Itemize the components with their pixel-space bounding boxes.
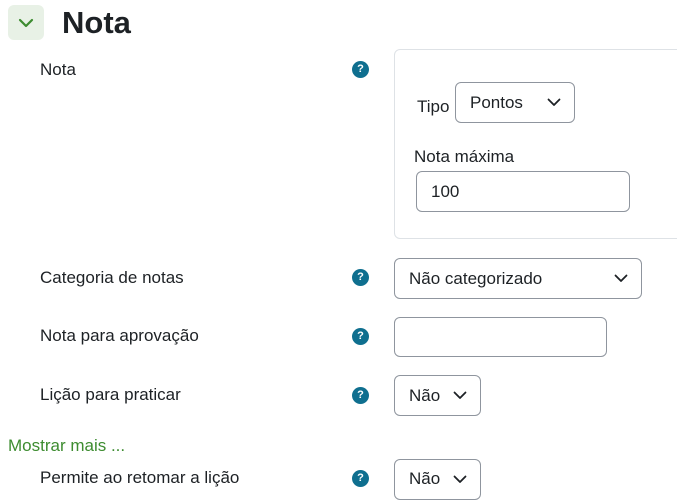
help-icon[interactable]: ? [352, 61, 369, 78]
grade-category-value: Não categorizado [409, 268, 543, 288]
grade-category-select[interactable]: Não categorizado [394, 258, 642, 299]
grade-type-select[interactable]: Pontos [455, 82, 575, 123]
pass-grade-input[interactable] [394, 317, 607, 357]
chevron-down-icon [547, 98, 561, 106]
show-more-link[interactable]: Mostrar mais ... [8, 435, 125, 457]
max-grade-label: Nota máxima [414, 147, 515, 166]
practice-lesson-select[interactable]: Não [394, 375, 481, 416]
allow-retake-label: Permite ao retomar a lição [40, 468, 240, 487]
chevron-down-icon [614, 274, 628, 282]
allow-retake-value: Não [409, 469, 441, 488]
allow-retake-select[interactable]: Não [394, 459, 481, 500]
practice-lesson-value: Não [409, 385, 441, 405]
help-icon[interactable]: ? [352, 328, 369, 345]
chevron-down-icon [453, 391, 467, 399]
collapse-section-button[interactable] [8, 5, 44, 40]
max-grade-value: 100 [431, 181, 460, 201]
pass-grade-label: Nota para aprovação [40, 326, 199, 345]
grade-type-value: Pontos [470, 92, 523, 112]
help-icon[interactable]: ? [352, 269, 369, 286]
practice-lesson-label: Lição para praticar [40, 385, 181, 404]
chevron-down-icon [18, 18, 34, 27]
section-title: Nota [62, 5, 131, 40]
grade-label: Nota [40, 60, 76, 79]
grade-category-label: Categoria de notas [40, 268, 184, 287]
max-grade-input[interactable]: 100 [416, 171, 630, 212]
help-icon[interactable]: ? [352, 387, 369, 404]
help-icon[interactable]: ? [352, 470, 369, 487]
chevron-down-icon [453, 475, 467, 483]
type-label: Tipo [417, 97, 450, 116]
